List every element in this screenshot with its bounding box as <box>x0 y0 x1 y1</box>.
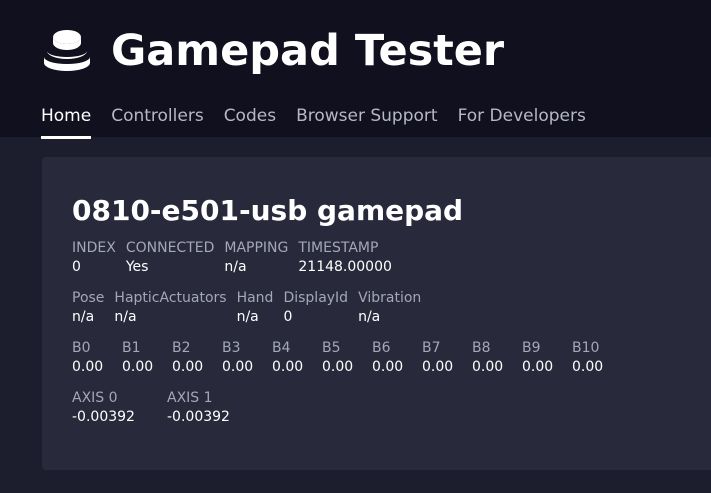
button-value: 0.00 <box>372 359 404 375</box>
button-value: 0.00 <box>222 359 254 375</box>
button-b6: B6 0.00 <box>372 339 422 377</box>
feature-hand: Hand n/a <box>237 289 274 327</box>
feature-value: n/a <box>358 309 381 325</box>
button-label: B4 <box>272 340 291 356</box>
button-label: B10 <box>572 340 600 356</box>
brand[interactable]: Gamepad Tester <box>41 22 504 80</box>
main-nav: Home Controllers Codes Browser Support F… <box>41 104 606 139</box>
axes-row: AXIS 0 -0.00392 AXIS 1 -0.00392 <box>72 389 262 427</box>
button-b3: B3 0.00 <box>222 339 272 377</box>
button-value: 0.00 <box>122 359 154 375</box>
button-value: 0.00 <box>572 359 604 375</box>
nav-controllers[interactable]: Controllers <box>111 104 203 137</box>
info-index: INDEX 0 <box>72 239 116 277</box>
button-b5: B5 0.00 <box>322 339 372 377</box>
info-label: TIMESTAMP <box>298 240 379 256</box>
feature-label: Pose <box>72 290 105 306</box>
info-value: 0 <box>72 259 81 275</box>
axis-1: AXIS 1 -0.00392 <box>167 389 262 427</box>
feature-label: HapticActuators <box>114 290 227 306</box>
button-label: B2 <box>172 340 191 356</box>
info-label: CONNECTED <box>125 240 215 256</box>
feature-label: Hand <box>236 290 274 306</box>
axis-0: AXIS 0 -0.00392 <box>72 389 167 427</box>
button-b1: B1 0.00 <box>122 339 172 377</box>
button-b10: B10 0.00 <box>572 339 622 377</box>
button-value: 0.00 <box>72 359 104 375</box>
button-label: B8 <box>472 340 491 356</box>
feature-haptic-actuators: HapticActuators n/a <box>114 289 226 327</box>
button-value: 0.00 <box>322 359 354 375</box>
button-label: B6 <box>372 340 391 356</box>
button-value: 0.00 <box>172 359 204 375</box>
feature-value: 0 <box>283 309 293 325</box>
axis-label: AXIS 1 <box>167 390 213 406</box>
nav-codes[interactable]: Codes <box>224 104 276 137</box>
button-label: B5 <box>322 340 341 356</box>
features-row: Pose n/a HapticActuators n/a Hand n/a Di… <box>72 289 431 327</box>
nav-for-developers[interactable]: For Developers <box>458 104 586 137</box>
feature-pose: Pose n/a <box>72 289 104 327</box>
info-label: MAPPING <box>224 240 289 256</box>
button-label: B9 <box>522 340 541 356</box>
gamepad-name: 0810-e501-usb gamepad <box>72 194 464 227</box>
button-b7: B7 0.00 <box>422 339 472 377</box>
feature-label: DisplayId <box>283 290 349 306</box>
button-label: B3 <box>222 340 241 356</box>
button-value: 0.00 <box>522 359 554 375</box>
button-label: B1 <box>122 340 141 356</box>
button-b0: B0 0.00 <box>72 339 122 377</box>
button-b2: B2 0.00 <box>172 339 222 377</box>
info-timestamp: TIMESTAMP 21148.00000 <box>298 239 392 277</box>
site-title: Gamepad Tester <box>111 26 505 76</box>
info-mapping: MAPPING n/a <box>224 239 288 277</box>
info-row: INDEX 0 CONNECTED Yes MAPPING n/a TIMEST… <box>72 239 402 277</box>
feature-value: n/a <box>114 309 137 325</box>
info-connected: CONNECTED Yes <box>126 239 215 277</box>
feature-display-id: DisplayId 0 <box>283 289 348 327</box>
info-value: Yes <box>125 259 149 275</box>
button-label: B0 <box>72 340 91 356</box>
button-value: 0.00 <box>422 359 454 375</box>
feature-value: n/a <box>72 309 95 325</box>
button-b9: B9 0.00 <box>522 339 572 377</box>
button-label: B7 <box>422 340 441 356</box>
nav-browser-support[interactable]: Browser Support <box>296 104 438 137</box>
button-b8: B8 0.00 <box>472 339 522 377</box>
feature-label: Vibration <box>358 290 422 306</box>
axis-label: AXIS 0 <box>72 390 118 406</box>
stacked-coins-icon <box>44 30 90 71</box>
button-value: 0.00 <box>472 359 504 375</box>
axis-value: -0.00392 <box>72 409 135 425</box>
buttons-row: B0 0.00 B1 0.00 B2 0.00 B3 0.00 B4 0.00 … <box>72 339 622 377</box>
info-value: n/a <box>224 259 247 275</box>
feature-vibration: Vibration n/a <box>358 289 421 327</box>
info-value: 21148.00000 <box>298 259 392 275</box>
site-header: Gamepad Tester Home Controllers Codes Br… <box>0 0 711 139</box>
feature-value: n/a <box>236 309 259 325</box>
button-value: 0.00 <box>272 359 304 375</box>
info-label: INDEX <box>72 240 116 256</box>
button-b4: B4 0.00 <box>272 339 322 377</box>
nav-home[interactable]: Home <box>41 104 92 139</box>
gamepad-card: 0810-e501-usb gamepad INDEX 0 CONNECTED … <box>42 157 711 470</box>
axis-value: -0.00392 <box>167 409 230 425</box>
